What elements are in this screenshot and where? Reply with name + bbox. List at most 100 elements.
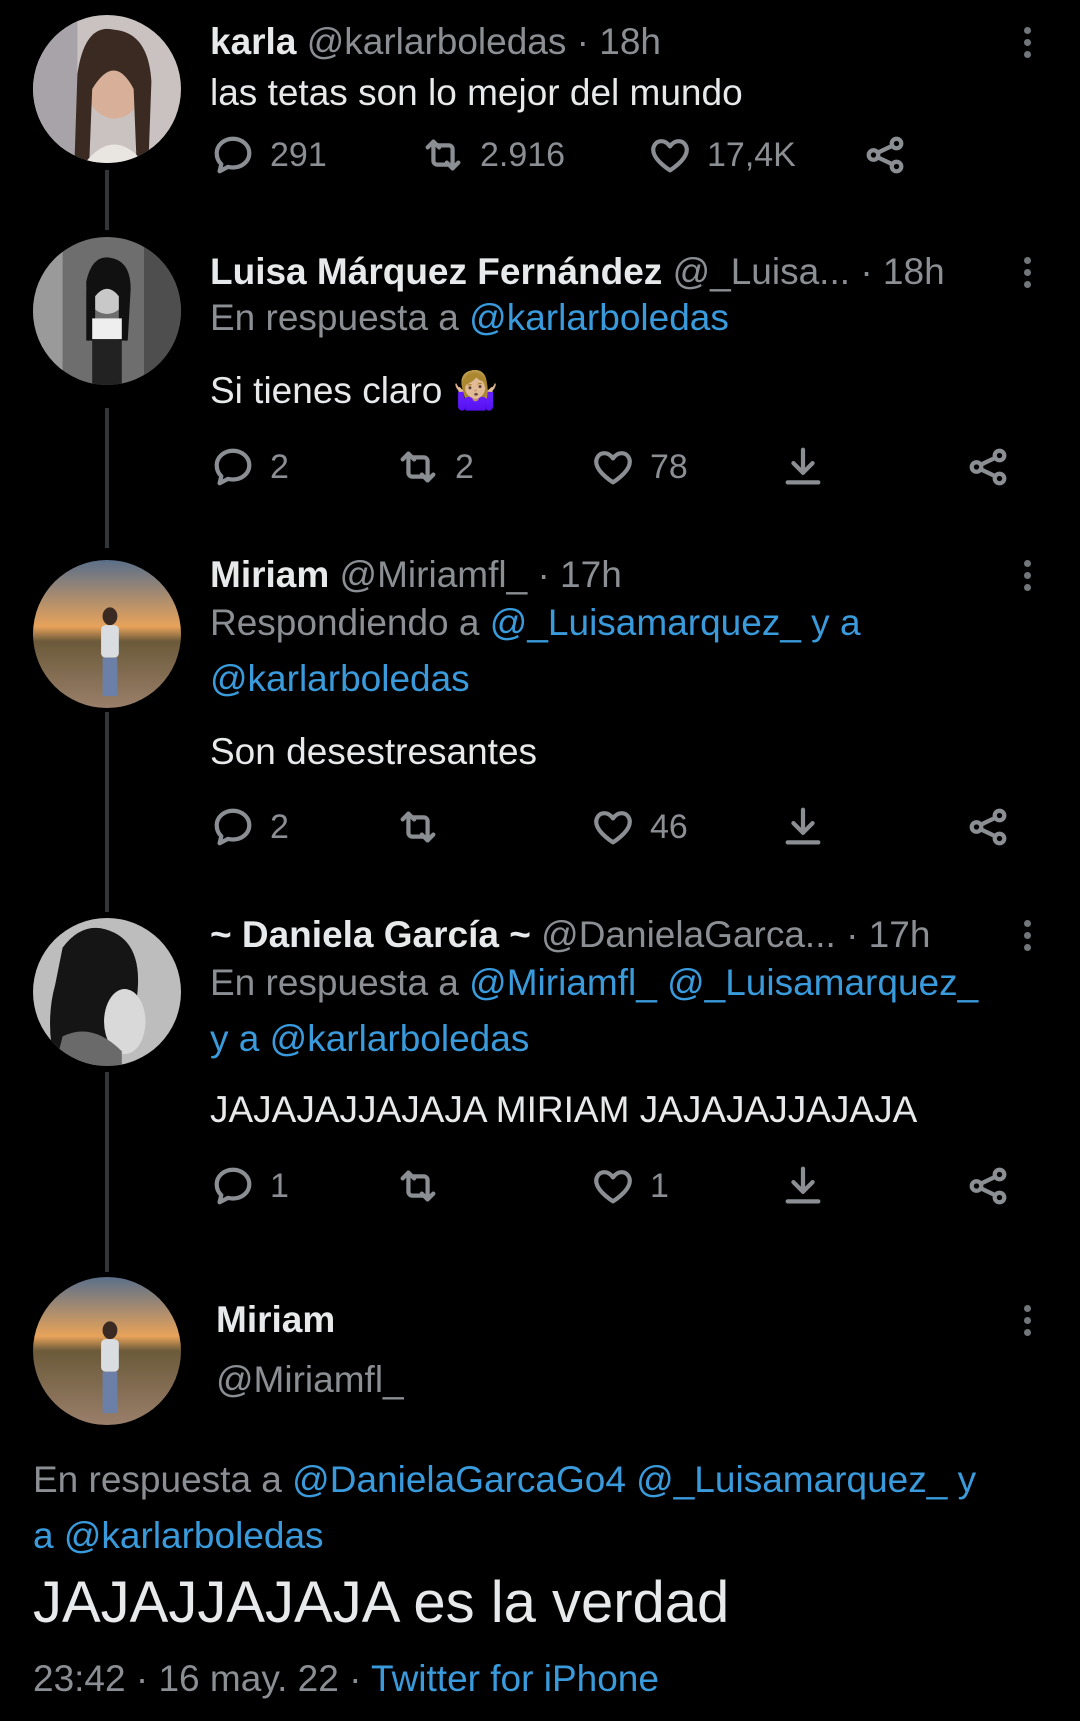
display-name[interactable]: Miriam — [210, 554, 329, 595]
thread-line — [105, 712, 109, 912]
separator: · — [135, 1658, 149, 1699]
reply-icon — [214, 1167, 252, 1205]
tweet-text: Si tienes claro 🤷🏼‍♀️ — [210, 370, 499, 411]
retweet-button[interactable]: 2 — [395, 444, 474, 490]
main-author: Miriam — [216, 1298, 335, 1342]
more-options-icon[interactable] — [1021, 250, 1033, 294]
tweet-header: Luisa Márquez Fernández @_Luisa... · 18h — [210, 250, 945, 294]
display-name[interactable]: ~ Daniela García ~ — [210, 914, 531, 955]
display-name[interactable]: Miriam — [216, 1299, 335, 1340]
timestamp[interactable]: · 17h — [537, 554, 621, 595]
reply-prefix: En respuesta a — [210, 962, 459, 1003]
more-options-icon[interactable] — [1021, 553, 1033, 597]
mention-link[interactable]: y a @karlarboledas — [210, 1018, 529, 1059]
reply-icon — [214, 136, 252, 174]
reply-icon — [214, 808, 252, 846]
reply-button[interactable]: 2 — [210, 804, 289, 850]
reply-context: En respuesta a @karlarboledas — [210, 290, 729, 346]
reply-prefix: En respuesta a — [33, 1459, 282, 1500]
user-handle[interactable]: @_Luisa... — [673, 251, 850, 292]
reply-button[interactable]: 291 — [210, 132, 327, 178]
share-icon — [969, 448, 1007, 486]
retweet-icon — [400, 811, 436, 843]
reply-count: 1 — [270, 1166, 289, 1205]
download-icon — [785, 1166, 821, 1204]
display-name[interactable]: karla — [210, 21, 296, 62]
more-options-icon[interactable] — [1021, 1298, 1033, 1342]
avatar[interactable] — [33, 1277, 181, 1425]
retweet-count: 2.916 — [480, 135, 566, 174]
thread-line — [105, 1072, 109, 1272]
avatar[interactable] — [33, 918, 181, 1066]
timestamp[interactable]: · 18h — [860, 251, 944, 292]
user-handle[interactable]: @karlarboledas — [307, 21, 567, 62]
reply-context: En respuesta a @DanielaGarcaGo4 @_Luisam… — [33, 1452, 976, 1564]
reply-prefix: En respuesta a — [210, 297, 459, 338]
tweet-text: Son desestresantes — [210, 731, 538, 772]
tweet-text: JAJAJAJJAJAJA MIRIAM JAJAJAJJAJAJA — [210, 1089, 918, 1130]
download-button[interactable] — [780, 804, 826, 850]
avatar[interactable] — [33, 560, 181, 708]
source-link[interactable]: Twitter for iPhone — [371, 1658, 659, 1699]
tweet-text: las tetas son lo mejor del mundo — [210, 72, 743, 113]
like-count: 17,4K — [707, 135, 796, 174]
share-icon — [866, 136, 904, 174]
main-handle: @Miriamfl_ — [216, 1358, 404, 1402]
reply-context: Respondiendo a @_Luisamarquez_ y a @karl… — [210, 595, 861, 707]
thread-line — [105, 408, 109, 548]
tweet-header: karla @karlarboledas · 18h — [210, 20, 661, 64]
download-icon — [785, 807, 821, 845]
reply-count: 2 — [270, 807, 289, 846]
mention-link[interactable]: @karlarboledas — [469, 297, 729, 338]
timestamp[interactable]: · 18h — [577, 21, 661, 62]
mention-link[interactable]: @Miriamfl_ @_Luisamarquez_ — [469, 962, 978, 1003]
like-button[interactable]: 1 — [590, 1163, 669, 1209]
thread-line — [105, 170, 109, 230]
share-button[interactable] — [965, 444, 1011, 490]
avatar[interactable] — [33, 237, 181, 385]
like-button[interactable]: 46 — [590, 804, 688, 850]
retweet-button[interactable] — [395, 804, 455, 850]
like-button[interactable]: 78 — [590, 444, 688, 490]
reply-prefix: Respondiendo a — [210, 602, 480, 643]
mention-link[interactable]: a @karlarboledas — [33, 1515, 324, 1556]
mention-link[interactable]: @DanielaGarcaGo4 @_Luisamarquez_ y — [292, 1459, 976, 1500]
main-tweet-text: JAJAJJAJAJA es la verdad — [33, 1570, 730, 1635]
tweet-time[interactable]: 23:42 — [33, 1658, 126, 1699]
heart-icon — [594, 811, 632, 845]
more-options-icon[interactable] — [1021, 20, 1033, 64]
user-handle[interactable]: @Miriamfl_ — [340, 554, 528, 595]
retweet-button[interactable]: 2.916 — [420, 132, 565, 178]
share-button[interactable] — [862, 132, 908, 178]
download-icon — [785, 447, 821, 485]
like-count: 46 — [650, 807, 688, 846]
retweet-icon — [400, 1170, 436, 1202]
timestamp[interactable]: · 17h — [846, 914, 930, 955]
share-icon — [969, 808, 1007, 846]
retweet-button[interactable] — [395, 1163, 455, 1209]
tweet-header: Miriam @Miriamfl_ · 17h — [210, 553, 622, 597]
user-handle[interactable]: @Miriamfl_ — [216, 1359, 404, 1400]
share-button[interactable] — [965, 804, 1011, 850]
like-count: 78 — [650, 447, 688, 486]
user-handle[interactable]: @DanielaGarca... — [541, 914, 836, 955]
heart-icon — [594, 1170, 632, 1204]
separator: · — [349, 1658, 362, 1699]
display-name[interactable]: Luisa Márquez Fernández — [210, 251, 662, 292]
reply-button[interactable]: 1 — [210, 1163, 289, 1209]
like-button[interactable]: 17,4K — [647, 132, 796, 178]
mention-link[interactable]: @_Luisamarquez_ y a — [490, 602, 861, 643]
tweet-date[interactable]: 16 may. 22 — [158, 1658, 338, 1699]
share-button[interactable] — [965, 1163, 1011, 1209]
reply-icon — [214, 448, 252, 486]
download-button[interactable] — [780, 1163, 826, 1209]
reply-button[interactable]: 2 — [210, 444, 289, 490]
avatar[interactable] — [33, 15, 181, 163]
tweet-header: ~ Daniela García ~ @DanielaGarca... · 17… — [210, 913, 930, 957]
tweet-meta: 23:42 · 16 may. 22 · Twitter for iPhone — [33, 1657, 659, 1701]
download-button[interactable] — [780, 444, 826, 490]
more-options-icon[interactable] — [1021, 913, 1033, 957]
reply-context: En respuesta a @Miriamfl_ @_Luisamarquez… — [210, 955, 978, 1067]
mention-link[interactable]: @karlarboledas — [210, 658, 470, 699]
reply-count: 2 — [270, 447, 289, 486]
